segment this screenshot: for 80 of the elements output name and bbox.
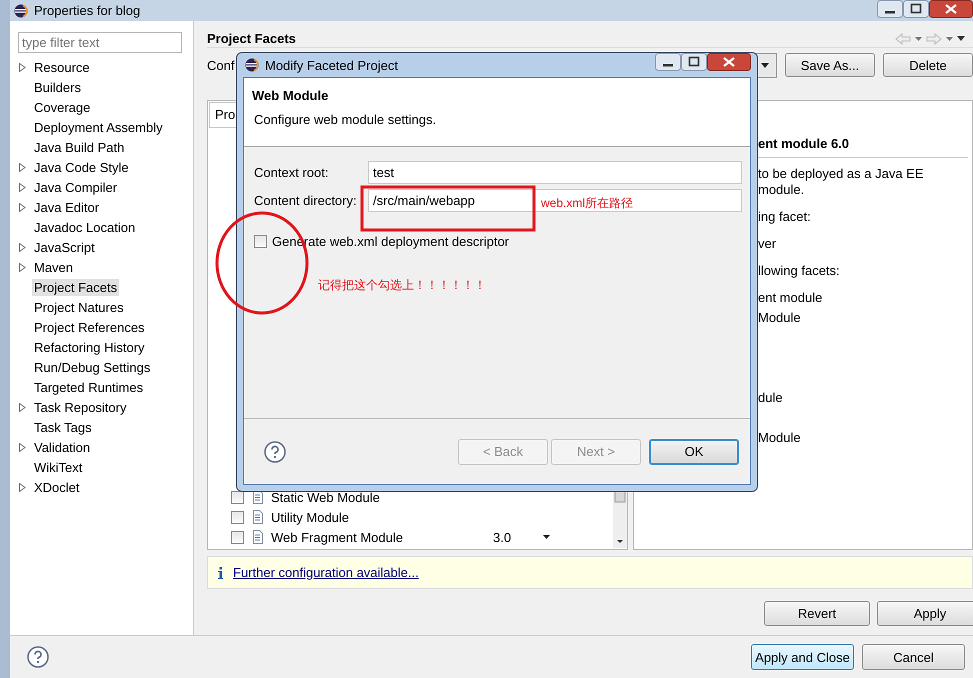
sidebar-item[interactable]: Validation xyxy=(32,438,92,456)
sidebar-item[interactable]: Project References xyxy=(32,318,147,336)
dialog-title: Modify Faceted Project xyxy=(265,58,398,72)
details-text: ver xyxy=(758,236,778,252)
config-label: Conf xyxy=(207,58,234,72)
sidebar-item[interactable]: JavaScript xyxy=(32,238,97,256)
checkbox[interactable] xyxy=(231,510,244,524)
sidebar-item[interactable]: Resource xyxy=(32,58,92,76)
sidebar-item[interactable]: Javadoc Location xyxy=(32,218,138,236)
sidebar-item[interactable]: Maven xyxy=(32,258,76,276)
dialog-heading: Web Module xyxy=(252,88,330,103)
maximize-icon xyxy=(681,53,707,71)
filter-field[interactable]: type filter text xyxy=(18,32,182,53)
checkbox[interactable] xyxy=(231,530,244,544)
forward-arrow-icon xyxy=(926,32,942,44)
close-icon xyxy=(929,0,973,18)
sidebar-item[interactable]: Java Code Style xyxy=(32,158,131,176)
dialog-description: Configure web module settings. xyxy=(253,112,438,127)
footer-button[interactable]: Cancel xyxy=(862,644,965,670)
checkbox[interactable] xyxy=(254,235,267,248)
details-text: Module xyxy=(758,430,802,446)
toolbar-button[interactable]: Save As... xyxy=(785,53,875,77)
details-text: dule xyxy=(758,390,784,406)
minimize-icon xyxy=(877,0,903,18)
facet-name: Static Web Module xyxy=(271,490,381,504)
dropdown-icon xyxy=(543,535,550,539)
window-title: Properties for blog xyxy=(34,3,140,18)
file-icon xyxy=(252,510,264,524)
sidebar-item[interactable]: Builders xyxy=(32,78,83,96)
maximize-icon xyxy=(903,0,929,18)
sidebar-item[interactable]: Run/Debug Settings xyxy=(32,358,152,376)
facet-version[interactable]: 3.0 xyxy=(493,530,543,544)
sidebar-item[interactable]: Deployment Assembly xyxy=(32,118,165,136)
minimize-icon xyxy=(655,53,681,71)
file-icon xyxy=(252,530,264,544)
page-title: Project Facets xyxy=(207,31,296,46)
details-text: ing facet: xyxy=(758,209,812,225)
footer-button[interactable]: Apply and Close xyxy=(751,644,854,670)
facet-name: Web Fragment Module xyxy=(271,530,404,544)
sidebar-item[interactable]: Project Natures xyxy=(32,298,126,316)
details-text: to be deployed as a Java EE xyxy=(758,166,925,182)
sidebar-item[interactable]: Java Compiler xyxy=(32,178,120,196)
checkbox[interactable] xyxy=(231,490,244,504)
action-button[interactable]: Revert xyxy=(764,601,870,626)
close-icon xyxy=(707,53,751,71)
annotation-note: web.xml所在路径 xyxy=(541,195,634,212)
sidebar-item[interactable]: Project Facets xyxy=(32,278,120,296)
sidebar-item[interactable]: WikiText xyxy=(32,458,84,476)
sidebar-item[interactable]: Java Build Path xyxy=(32,138,126,156)
configuration-link[interactable]: Further configuration available... xyxy=(233,565,419,580)
dropdown-icon xyxy=(761,62,769,68)
field-label: Context root: xyxy=(254,165,330,180)
dropdown-icon xyxy=(915,36,922,40)
sidebar-item[interactable]: XDoclet xyxy=(32,478,82,496)
dialog-button[interactable]: OK xyxy=(649,438,739,464)
sidebar-item[interactable]: Java Editor xyxy=(32,198,102,216)
info-icon xyxy=(218,566,223,578)
facet-name: Utility Module xyxy=(271,510,350,524)
toolbar-button[interactable]: Delete xyxy=(883,53,973,77)
details-text: module. xyxy=(758,182,806,198)
details-text: ent module xyxy=(758,290,824,306)
details-title: ent module 6.0 xyxy=(758,136,968,158)
sidebar-item[interactable]: Refactoring History xyxy=(32,338,147,356)
app-icon xyxy=(14,4,28,18)
app-icon xyxy=(245,58,259,72)
text-field[interactable]: test xyxy=(368,161,742,184)
sidebar-item[interactable]: Targeted Runtimes xyxy=(32,378,146,396)
action-button[interactable]: Apply xyxy=(877,601,973,626)
field-label: Content directory: xyxy=(254,193,358,208)
sidebar-item[interactable]: Task Repository xyxy=(32,398,128,416)
help-icon xyxy=(264,440,286,462)
details-text: llowing facets: xyxy=(758,263,841,279)
back-arrow-icon xyxy=(895,32,911,44)
sidebar-item[interactable]: Coverage xyxy=(32,98,92,116)
dropdown-icon xyxy=(946,36,953,40)
sidebar-item[interactable]: Task Tags xyxy=(32,418,94,436)
annotation-note: 记得把这个勾选上！！！！！！ xyxy=(318,277,486,294)
menu-icon xyxy=(957,36,965,41)
help-icon xyxy=(27,646,49,668)
details-text: Module xyxy=(758,310,802,326)
